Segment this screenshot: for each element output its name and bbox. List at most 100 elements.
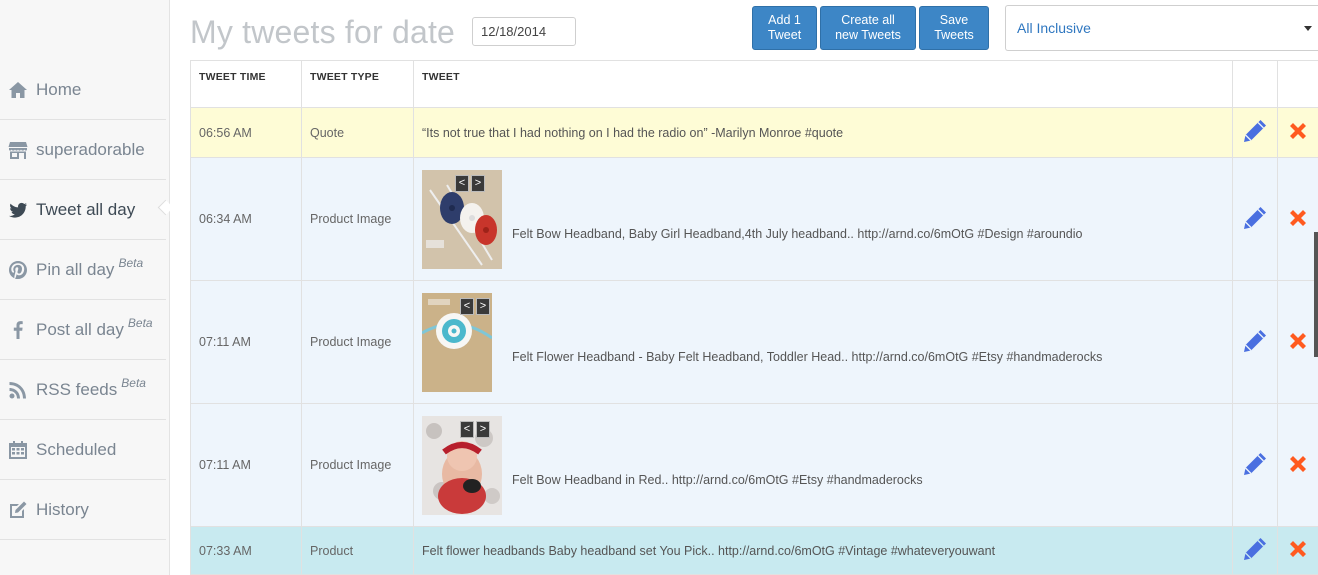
sidebar-item-history[interactable]: History xyxy=(0,480,166,540)
table-row: 07:11 AM Product Image xyxy=(190,403,1318,527)
delete-icon[interactable] xyxy=(1287,332,1309,355)
sidebar-item-pin-all-day[interactable]: Pin all day Beta xyxy=(0,240,166,300)
sidebar-item-label: Scheduled xyxy=(36,439,117,459)
pencil-icon[interactable] xyxy=(1241,329,1269,358)
delete-cell xyxy=(1277,107,1318,158)
create-all-tweets-button[interactable]: Create all new Tweets xyxy=(820,6,916,50)
column-header-edit xyxy=(1232,60,1278,108)
delete-cell xyxy=(1277,157,1318,281)
calendar-icon xyxy=(7,439,29,461)
tweet-content: < > Felt Bow Headband in Red.. http://ar… xyxy=(422,415,1224,515)
sidebar-item-label: Home xyxy=(36,79,82,99)
product-thumbnail: < > xyxy=(422,169,502,269)
sidebar-nav: Home superadorable Tweet all day Pin all… xyxy=(0,60,166,540)
sidebar-item-tweet-all-day[interactable]: Tweet all day xyxy=(0,180,166,240)
table-row: 06:56 AM Quote “Its not true that I had … xyxy=(190,107,1318,158)
delete-icon[interactable] xyxy=(1287,209,1309,232)
tweet-text[interactable]: Felt flower headbands Baby headband set … xyxy=(413,526,1233,575)
filter-select-value: All Inclusive xyxy=(1017,20,1091,36)
beta-badge: Beta xyxy=(118,255,144,270)
prev-image-button[interactable]: < xyxy=(460,297,474,315)
product-thumbnail: < > xyxy=(422,292,492,392)
table-row: 07:11 AM Product Image xyxy=(190,280,1318,404)
tweet-time: 07:11 AM xyxy=(190,403,302,527)
edit-cell xyxy=(1232,403,1278,527)
sidebar-item-label: Post all day xyxy=(36,319,124,339)
image-nav: < > xyxy=(455,174,485,192)
prev-image-button[interactable]: < xyxy=(460,420,474,438)
home-icon xyxy=(7,79,29,101)
product-thumbnail: < > xyxy=(422,415,502,515)
edit-cell xyxy=(1232,526,1278,575)
tweet-text[interactable]: Felt Bow Headband, Baby Girl Headband,4t… xyxy=(512,227,1083,241)
tweet-type: Quote xyxy=(301,107,414,158)
pencil-icon[interactable] xyxy=(1241,120,1269,148)
delete-icon[interactable] xyxy=(1287,455,1309,478)
column-header-delete xyxy=(1277,60,1318,108)
image-nav: < > xyxy=(460,420,490,438)
delete-icon[interactable] xyxy=(1287,541,1309,563)
tweet-time: 07:33 AM xyxy=(190,526,302,575)
table-row: 07:33 AM Product Felt flower headbands B… xyxy=(190,526,1318,575)
sidebar-item-label: superadorable xyxy=(36,139,145,159)
filter-select[interactable]: All Inclusive xyxy=(1005,5,1318,51)
table-row: 06:34 AM Product Image < > Felt Bow Head… xyxy=(190,157,1318,281)
sidebar-item-home[interactable]: Home xyxy=(0,60,166,120)
tweet-content: < > Felt Flower Headband - Baby Felt Hea… xyxy=(422,292,1224,392)
save-tweets-button[interactable]: Save Tweets xyxy=(919,6,989,50)
tweet-time: 06:56 AM xyxy=(190,107,302,158)
tweet-type: Product Image xyxy=(301,157,414,281)
delete-icon[interactable] xyxy=(1287,123,1309,145)
twitter-icon xyxy=(7,199,29,221)
caret-down-icon xyxy=(1304,26,1312,31)
sidebar-item-label: Pin all day xyxy=(36,259,115,279)
store-icon xyxy=(7,139,29,161)
edit-cell xyxy=(1232,280,1278,404)
tweet-type: Product Image xyxy=(301,280,414,404)
scrollbar-thumb[interactable] xyxy=(1314,232,1318,357)
delete-cell xyxy=(1277,526,1318,575)
rss-icon xyxy=(7,379,29,401)
pencil-icon[interactable] xyxy=(1241,206,1269,235)
beta-badge: Beta xyxy=(127,315,153,330)
tweet-text[interactable]: Felt Flower Headband - Baby Felt Headban… xyxy=(512,350,1102,364)
page-title: My tweets for date xyxy=(190,14,456,50)
column-header-tweet-type: TWEET TYPE xyxy=(301,60,414,108)
sidebar-item-label: Tweet all day xyxy=(36,199,136,219)
image-nav: < > xyxy=(460,297,490,315)
column-header-tweet-time: TWEET TIME xyxy=(190,60,302,108)
pencil-icon[interactable] xyxy=(1241,538,1269,566)
delete-cell xyxy=(1277,280,1318,404)
tweet-text[interactable]: Felt Bow Headband in Red.. http://arnd.c… xyxy=(512,473,923,487)
sidebar-item-rss-feeds[interactable]: RSS feeds Beta xyxy=(0,360,166,420)
edit-cell xyxy=(1232,157,1278,281)
next-image-button[interactable]: > xyxy=(471,174,485,192)
edit-icon xyxy=(7,499,29,521)
next-image-button[interactable]: > xyxy=(476,420,490,438)
column-header-tweet: TWEET xyxy=(413,60,1233,108)
add-tweet-button[interactable]: Add 1 Tweet xyxy=(752,6,817,50)
tweet-type: Product Image xyxy=(301,403,414,527)
tweet-text[interactable]: “Its not true that I had nothing on I ha… xyxy=(413,107,1233,158)
sidebar-item-scheduled[interactable]: Scheduled xyxy=(0,420,166,480)
tweet-cell: < > Felt Bow Headband, Baby Girl Headban… xyxy=(413,157,1233,281)
prev-image-button[interactable]: < xyxy=(455,174,469,192)
facebook-icon xyxy=(7,319,29,341)
pencil-icon[interactable] xyxy=(1241,452,1269,481)
date-input[interactable] xyxy=(472,17,576,46)
sidebar-item-post-all-day[interactable]: Post all day Beta xyxy=(0,300,166,360)
tweet-type: Product xyxy=(301,526,414,575)
sidebar-item-label: RSS feeds xyxy=(36,379,118,399)
table-header-row: TWEET TIME TWEET TYPE TWEET xyxy=(190,60,1318,108)
next-image-button[interactable]: > xyxy=(476,297,490,315)
tweet-cell: < > Felt Flower Headband - Baby Felt Hea… xyxy=(413,280,1233,404)
tweet-content: < > Felt Bow Headband, Baby Girl Headban… xyxy=(422,169,1224,269)
tweet-cell: < > Felt Bow Headband in Red.. http://ar… xyxy=(413,403,1233,527)
pinterest-icon xyxy=(7,259,29,281)
edit-cell xyxy=(1232,107,1278,158)
sidebar: Home superadorable Tweet all day Pin all… xyxy=(0,0,170,575)
delete-cell xyxy=(1277,403,1318,527)
tweets-table: TWEET TIME TWEET TYPE TWEET 06:56 AM Quo… xyxy=(190,60,1318,575)
beta-badge: Beta xyxy=(121,375,146,390)
sidebar-item-superadorable[interactable]: superadorable xyxy=(0,120,166,180)
